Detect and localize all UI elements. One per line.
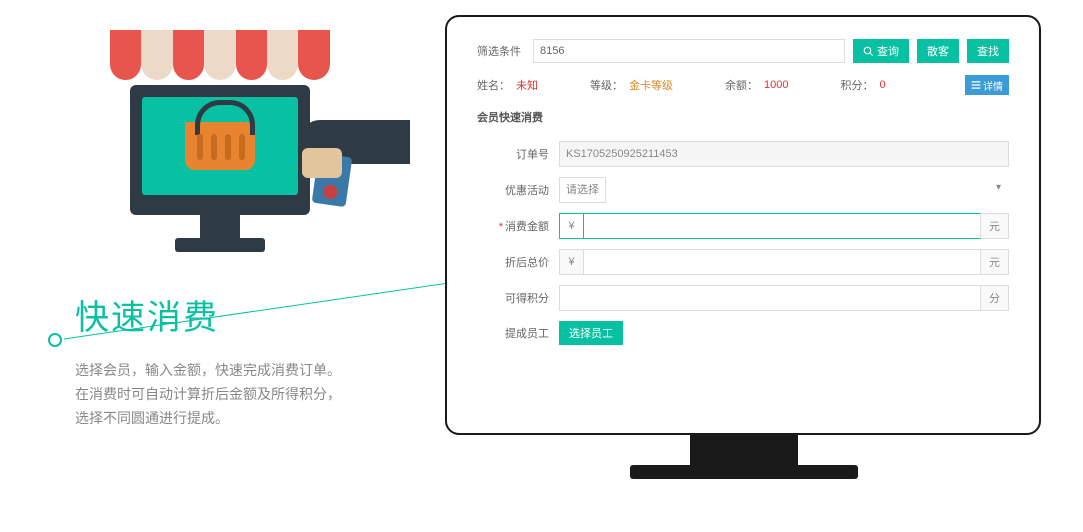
staff-label: 提成员工 — [477, 325, 559, 341]
amount-label: *消费金额 — [477, 218, 559, 234]
monitor-frame: 筛选条件 查询 散客 查找 姓名： 未知 等级： 金卡等级 余额： 1000 积… — [445, 15, 1041, 435]
order-input — [559, 141, 1009, 167]
search-button-label: 查询 — [877, 43, 899, 59]
discounted-label: 折后总价 — [477, 254, 559, 270]
section-title: 会员快速消费 — [477, 109, 1009, 125]
points-label: 积分： — [840, 77, 873, 93]
promo-label: 优惠活动 — [477, 182, 559, 198]
guest-button[interactable]: 散客 — [917, 39, 959, 63]
shop-monitor-icon — [130, 85, 310, 215]
shop-illustration — [90, 20, 350, 260]
level-value: 金卡等级 — [629, 77, 673, 93]
desc-line: 在消费时可自动计算折后金额及所得积分， — [75, 382, 341, 406]
points-value: 0 — [879, 79, 885, 91]
order-label: 订单号 — [477, 146, 559, 162]
name-label: 姓名： — [477, 77, 510, 93]
staff-row: 提成员工 选择员工 — [477, 321, 1009, 345]
filter-input[interactable] — [533, 39, 845, 63]
currency-prefix: ¥ — [559, 213, 583, 239]
discounted-suffix: 元 — [981, 249, 1009, 275]
select-staff-button[interactable]: 选择员工 — [559, 321, 623, 345]
discounted-row: 折后总价 ¥ 元 — [477, 249, 1009, 275]
list-icon — [971, 80, 981, 90]
balance-value: 1000 — [764, 79, 788, 91]
points-suffix: 分 — [981, 285, 1009, 311]
currency-prefix: ¥ — [559, 249, 583, 275]
promo-row: 优惠活动 请选择 — [477, 177, 1009, 203]
search-icon — [863, 46, 874, 57]
app-screen: 筛选条件 查询 散客 查找 姓名： 未知 等级： 金卡等级 余额： 1000 积… — [447, 17, 1039, 377]
basket-icon — [185, 122, 255, 170]
feature-description: 选择会员，输入金额，快速完成消费订单。 在消费时可自动计算折后金额及所得积分， … — [75, 358, 341, 430]
feature-illustration — [60, 20, 380, 260]
hand-icon — [302, 148, 342, 178]
points-row: 可得积分 分 — [477, 285, 1009, 311]
amount-input[interactable] — [583, 213, 981, 239]
find-button-label: 查找 — [977, 43, 999, 59]
amount-suffix: 元 — [981, 213, 1009, 239]
connector-dot-icon — [48, 333, 62, 347]
find-button[interactable]: 查找 — [967, 39, 1009, 63]
member-info-row: 姓名： 未知 等级： 金卡等级 余额： 1000 积分： 0 详情 — [477, 75, 1009, 95]
desc-line: 选择不同圆通进行提成。 — [75, 406, 341, 430]
select-staff-label: 选择员工 — [569, 325, 613, 341]
earn-points-label: 可得积分 — [477, 290, 559, 306]
amount-row: *消费金额 ¥ 元 — [477, 213, 1009, 239]
desc-line: 选择会员，输入金额，快速完成消费订单。 — [75, 358, 341, 382]
balance-label: 余额： — [725, 77, 758, 93]
order-row: 订单号 — [477, 141, 1009, 167]
promo-select[interactable]: 请选择 — [559, 177, 606, 203]
detail-button[interactable]: 详情 — [965, 75, 1009, 95]
discounted-input[interactable] — [583, 249, 981, 275]
points-input[interactable] — [559, 285, 981, 311]
filter-label: 筛选条件 — [477, 43, 525, 59]
detail-button-label: 详情 — [983, 78, 1003, 93]
monitor-stand-icon — [690, 435, 798, 469]
level-label: 等级： — [590, 77, 623, 93]
filter-bar: 筛选条件 查询 散客 查找 — [477, 39, 1009, 63]
name-value: 未知 — [516, 77, 538, 93]
search-button[interactable]: 查询 — [853, 39, 909, 63]
awning-icon — [110, 30, 330, 90]
feature-title: 快速消费 — [75, 290, 219, 339]
guest-button-label: 散客 — [927, 43, 949, 59]
